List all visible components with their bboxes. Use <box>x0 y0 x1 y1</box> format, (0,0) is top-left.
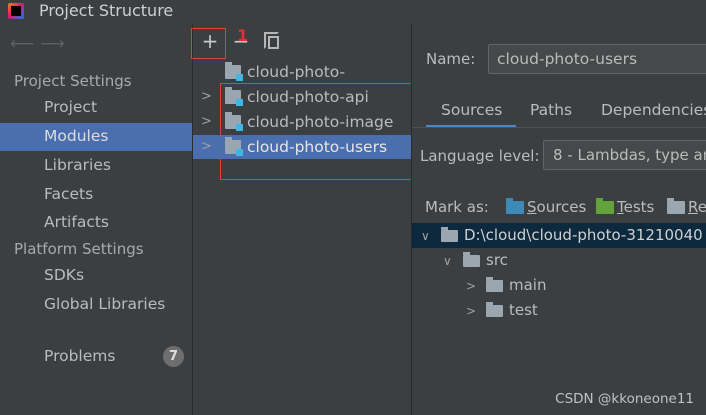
folder-icon <box>441 227 458 242</box>
module-label: cloud-photo-api <box>247 88 369 106</box>
tree-item-label: src <box>486 251 508 269</box>
sidebar-item-artifacts[interactable]: Artifacts <box>0 209 192 237</box>
tabs-divider <box>412 127 706 128</box>
sidebar-item-project[interactable]: Project <box>0 94 192 122</box>
window-title: Project Structure <box>39 1 174 20</box>
forward-arrow-icon[interactable]: ⟶ <box>40 34 70 54</box>
content-root-path: D:\cloud\cloud-photo-31210040 <box>464 226 703 244</box>
chevron-right-icon[interactable]: > <box>201 135 212 159</box>
chevron-right-icon[interactable]: > <box>466 299 486 323</box>
back-arrow-icon[interactable]: ⟵ <box>10 34 40 54</box>
language-level-select[interactable]: 8 - Lambdas, type annotations etc. <box>543 140 706 170</box>
module-icon <box>225 137 243 156</box>
module-name-input[interactable]: cloud-photo-users <box>488 44 706 74</box>
module-label: cloud-photo-users <box>247 138 388 156</box>
mark-as-label: Mark as: <box>425 198 489 216</box>
content-root-row[interactable]: ∨ D:\cloud\cloud-photo-31210040 <box>412 223 706 248</box>
sidebar-item-sdks[interactable]: SDKs <box>0 262 192 290</box>
module-row[interactable]: cloud-photo- <box>193 60 411 84</box>
mark-as-tests-button[interactable]: Tests <box>596 198 654 216</box>
module-row-selected[interactable]: > cloud-photo-users <box>193 135 411 159</box>
section-header-project-settings: Project Settings <box>14 72 132 90</box>
modules-pane: + − 1 cloud-photo- > cloud-photo-api > c… <box>191 24 436 415</box>
mark-as-resources-button[interactable]: Re <box>667 198 706 216</box>
folder-icon <box>463 252 480 267</box>
tree-item-label: main <box>509 276 547 294</box>
module-row[interactable]: > cloud-photo-api <box>193 85 411 109</box>
tab-sources[interactable]: Sources <box>426 94 516 128</box>
copy-icon <box>264 32 279 49</box>
problems-count-badge: 7 <box>163 346 184 367</box>
name-label: Name: <box>426 50 476 68</box>
nav-arrows: ⟵⟶ <box>10 34 71 54</box>
section-header-platform-settings: Platform Settings <box>14 240 144 258</box>
chevron-right-icon[interactable]: > <box>466 274 486 298</box>
copy-module-button[interactable] <box>261 30 285 54</box>
module-details-pane: Name: cloud-photo-users Sources Paths De… <box>412 24 706 415</box>
tree-item-test[interactable]: > test <box>466 298 538 322</box>
sidebar-item-modules[interactable]: Modules <box>0 123 192 151</box>
module-icon <box>225 112 243 131</box>
sidebar-item-libraries[interactable]: Libraries <box>0 152 192 180</box>
sources-folder-icon <box>506 198 524 214</box>
annotation-box-add <box>191 28 226 59</box>
module-icon <box>225 87 243 106</box>
chevron-right-icon[interactable]: > <box>201 110 212 134</box>
tree-item-main[interactable]: > main <box>466 273 546 297</box>
module-label: cloud-photo- <box>247 63 346 81</box>
title-bar: Project Structure <box>0 0 706 24</box>
mark-as-sources-button[interactable]: Sources <box>506 198 586 216</box>
language-level-label: Language level: <box>420 147 540 165</box>
tab-paths[interactable]: Paths <box>530 94 572 128</box>
annotation-number: 1 <box>237 26 249 45</box>
module-row[interactable]: > cloud-photo-image <box>193 110 411 134</box>
resources-folder-icon <box>667 198 685 214</box>
chevron-right-icon[interactable]: > <box>201 85 212 109</box>
sidebar-item-global-libraries[interactable]: Global Libraries <box>0 291 192 319</box>
folder-icon <box>486 302 503 317</box>
intellij-app-icon <box>8 3 24 19</box>
chevron-down-icon[interactable]: ∨ <box>421 224 441 248</box>
chevron-down-icon[interactable]: ∨ <box>443 249 463 273</box>
module-icon <box>225 62 243 81</box>
tab-dependencies[interactable]: Dependencies <box>601 94 706 128</box>
csdn-watermark: CSDN @kkoneone11 <box>555 391 694 407</box>
tests-folder-icon <box>596 198 614 214</box>
sidebar-item-facets[interactable]: Facets <box>0 181 192 209</box>
tree-item-src[interactable]: ∨ src <box>443 248 508 272</box>
settings-sidebar: ⟵⟶ Project Settings Project Modules Libr… <box>0 24 192 415</box>
tree-item-label: test <box>509 301 538 319</box>
module-label: cloud-photo-image <box>247 113 394 131</box>
folder-icon <box>486 277 503 292</box>
